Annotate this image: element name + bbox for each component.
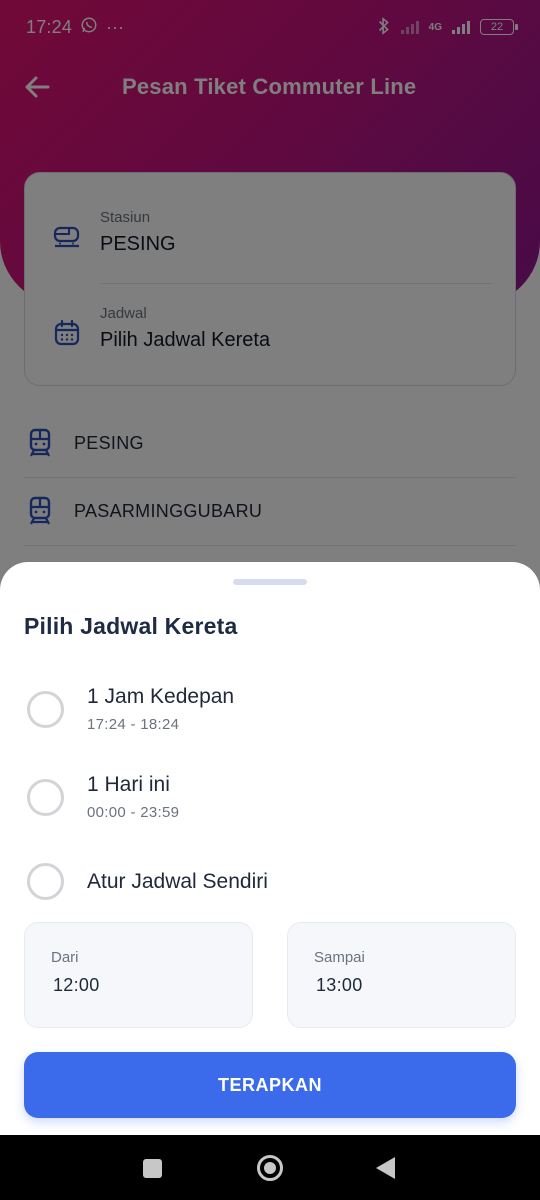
home-button[interactable]	[257, 1155, 283, 1181]
option-next-hour[interactable]: 1 Jam Kedepan 17:24 - 18:24	[0, 668, 540, 748]
to-time-field[interactable]: Sampai 13:00	[287, 922, 516, 1028]
option-time-range: 17:24 - 18:24	[87, 716, 180, 733]
recent-apps-button[interactable]	[143, 1159, 162, 1178]
apply-button[interactable]: TERAPKAN	[24, 1052, 516, 1118]
from-time-field[interactable]: Dari 12:00	[24, 922, 253, 1028]
to-value: 13:00	[316, 975, 363, 995]
nav-back-button[interactable]	[376, 1157, 395, 1179]
option-custom-schedule[interactable]: Atur Jadwal Sendiri	[0, 844, 540, 924]
radio-button[interactable]	[27, 863, 64, 900]
to-label: Sampai	[314, 949, 365, 966]
radio-button[interactable]	[27, 779, 64, 816]
system-nav-bar	[0, 1135, 540, 1200]
schedule-bottom-sheet: Pilih Jadwal Kereta 1 Jam Kedepan 17:24 …	[0, 562, 540, 1135]
option-label: 1 Jam Kedepan	[87, 685, 235, 708]
option-today[interactable]: 1 Hari ini 00:00 - 23:59	[0, 756, 540, 836]
sheet-drag-handle[interactable]	[233, 579, 307, 585]
from-value: 12:00	[53, 975, 100, 995]
option-label: 1 Hari ini	[87, 773, 170, 796]
radio-button[interactable]	[27, 691, 64, 728]
from-label: Dari	[51, 949, 79, 966]
sheet-title: Pilih Jadwal Kereta	[24, 613, 238, 639]
option-label: Atur Jadwal Sendiri	[87, 870, 268, 893]
option-time-range: 00:00 - 23:59	[87, 804, 180, 821]
